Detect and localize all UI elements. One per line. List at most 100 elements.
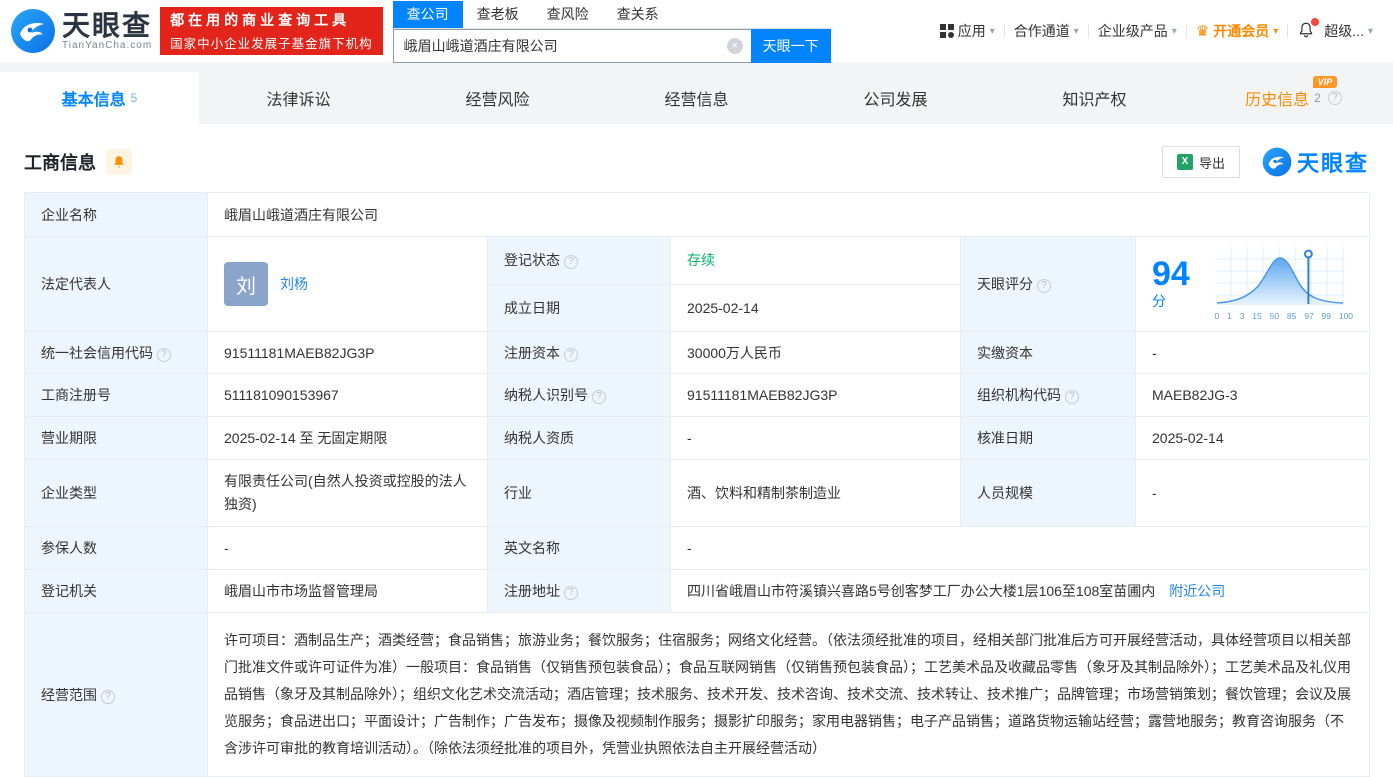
nav-vip-label: 开通会员 <box>1213 23 1270 39</box>
help-icon[interactable]: ? <box>564 255 578 270</box>
search-input[interactable] <box>392 29 751 63</box>
taxpayer-id-value: 91511181MAEB82JG3P <box>670 373 961 417</box>
legal-rep-label: 法定代表人 <box>24 236 208 332</box>
search-tabs: 查公司 查老板 查风险 查关系 <box>392 1 833 29</box>
term-value: 2025-02-14 至 无固定期限 <box>207 416 488 460</box>
help-icon[interactable]: ? <box>157 347 171 362</box>
business-scope-label: 经营范围? <box>24 612 208 777</box>
taxpayer-qual-value: - <box>670 416 961 460</box>
english-name-value: - <box>669 526 1371 570</box>
legal-rep-link[interactable]: 刘杨 <box>280 274 308 294</box>
chevron-down-icon: ▾ <box>1073 25 1079 37</box>
approval-date-label: 核准日期 <box>960 416 1136 460</box>
label-text: 天眼评分 <box>977 276 1033 292</box>
tab-legal[interactable]: 法律诉讼 <box>199 72 398 124</box>
tab-intellectual-property[interactable]: 知识产权 <box>995 72 1194 124</box>
export-label: 导出 <box>1198 155 1225 171</box>
staff-size-label: 人员规模 <box>960 459 1136 527</box>
watermark-text: 天眼查 <box>1296 151 1369 176</box>
reg-capital-value: 30000万人民币 <box>670 331 961 374</box>
clear-icon[interactable]: × <box>726 38 743 54</box>
table-row: 企业名称 峨眉山峨道酒庄有限公司 <box>24 192 1371 237</box>
help-icon[interactable]: ? <box>592 390 606 404</box>
chevron-down-icon: ▾ <box>989 25 995 37</box>
tab-label: 法律诉讼 <box>266 92 331 109</box>
help-icon[interactable]: ? <box>564 586 578 600</box>
promo-banner: 都在用的商业查询工具 国家中小企业发展子基金旗下机构 <box>160 7 383 55</box>
tianyancha-logo-icon <box>11 9 55 53</box>
tianyancha-logo[interactable]: 天眼查 TianYanCha.com <box>10 8 152 54</box>
monitor-bell-button[interactable] <box>106 149 132 175</box>
tab-count: 2 <box>1314 91 1321 105</box>
avatar[interactable]: 刘 <box>224 262 268 306</box>
watermark-logo: 天眼查 <box>1262 146 1369 178</box>
legal-rep-cell: 刘 刘杨 <box>207 236 488 332</box>
nav-enterprise-label: 企业级产品 <box>1097 23 1168 39</box>
tab-count: 5 <box>130 91 138 105</box>
notifications-bell[interactable] <box>1297 17 1320 42</box>
paid-capital-label: 实缴资本 <box>960 331 1136 374</box>
label-text: 统一社会信用代码 <box>41 344 153 361</box>
export-button[interactable]: X 导出 <box>1161 146 1240 178</box>
search-tab-risk[interactable]: 查风险 <box>533 1 603 28</box>
help-icon[interactable]: ? <box>1065 390 1079 404</box>
est-date-value: 2025-02-14 <box>670 283 961 332</box>
divider <box>1087 24 1089 38</box>
nearby-companies-link[interactable]: 附近公司 <box>1169 581 1225 601</box>
divider <box>1003 24 1005 38</box>
score-cell: 94分 0 1 3 15 50 85 97 99 100 <box>1134 236 1371 332</box>
address-value: 四川省峨眉山市符溪镇兴喜路5号创客梦工厂办公大楼1层106至108室苗圃内 <box>687 583 1156 599</box>
table-row: 登记机关 峨眉山市市场监督管理局 注册地址? 四川省峨眉山市符溪镇兴喜路5号创客… <box>24 569 1371 613</box>
nav-more-label: 超级... <box>1324 23 1364 39</box>
nav-apps[interactable]: 应用 ▾ <box>939 21 995 41</box>
english-name-label: 英文名称 <box>487 526 671 570</box>
chart-axis-ticks: 01 3 15 50 85 97 99 100 <box>1214 311 1354 321</box>
tab-operating-risk[interactable]: 经营风险 <box>398 72 597 124</box>
nav-vip[interactable]: ♛ 开通会员 ▾ <box>1196 21 1278 41</box>
search-tab-company[interactable]: 查公司 <box>392 1 463 28</box>
tab-basic-info[interactable]: 基本信息 5 <box>0 72 199 124</box>
table-row: 工商注册号 511181090153967 纳税人识别号? 91511181MA… <box>24 373 1371 417</box>
term-label: 营业期限 <box>24 416 208 460</box>
search-tab-relation[interactable]: 查关系 <box>603 1 673 28</box>
table-row: 企业类型 有限责任公司(自然人投资或控股的法人独资) 行业 酒、饮料和精制茶制造… <box>24 459 1371 527</box>
reg-authority-label: 登记机关 <box>24 569 208 613</box>
logo-subtitle: TianYanCha.com <box>62 39 153 51</box>
help-icon[interactable]: ? <box>101 689 115 704</box>
label-text: 注册地址 <box>504 583 560 599</box>
top-nav: 应用 ▾ 合作通道 ▾ 企业级产品 ▾ ♛ 开通会员 ▾ 超级... ▾ <box>939 17 1373 42</box>
nav-partner-label: 合作通道 <box>1013 23 1070 39</box>
uscc-label: 统一社会信用代码? <box>24 331 208 374</box>
chevron-down-icon: ▾ <box>1367 25 1373 37</box>
reg-status-label: 登记状态? <box>487 236 671 285</box>
help-icon[interactable]: ? <box>1327 91 1342 105</box>
search-button[interactable]: 天眼一下 <box>750 29 831 63</box>
search-tab-boss[interactable]: 查老板 <box>463 1 533 28</box>
nav-enterprise[interactable]: 企业级产品 ▾ <box>1098 21 1177 41</box>
help-icon[interactable]: ? <box>1037 279 1051 293</box>
nav-more[interactable]: 超级... ▾ <box>1324 21 1373 41</box>
tianyancha-watermark-icon <box>1262 147 1292 177</box>
industry-label: 行业 <box>487 459 671 527</box>
tab-operating-info[interactable]: 经营信息 <box>597 72 796 124</box>
section-header: 工商信息 X 导出 天眼查 <box>0 124 1393 192</box>
nav-partner[interactable]: 合作通道 ▾ <box>1014 21 1079 41</box>
logo-title: 天眼查 <box>62 9 153 41</box>
help-icon[interactable]: ? <box>564 347 578 362</box>
tab-label: 公司发展 <box>863 92 928 109</box>
label-text: 登记状态 <box>504 252 560 269</box>
tab-label: 历史信息 <box>1245 92 1310 109</box>
bell-icon <box>114 156 124 168</box>
promo-line2: 国家中小企业发展子基金旗下机构 <box>170 37 373 51</box>
score-marker-dot <box>1303 249 1313 259</box>
tab-label: 知识产权 <box>1062 92 1127 109</box>
business-scope-value: 许可项目：酒制品生产；酒类经营；食品销售；旅游业务；餐饮服务；住宿服务；网络文化… <box>206 612 1371 777</box>
nav-apps-label: 应用 <box>957 23 986 39</box>
tab-history-info[interactable]: VIP 历史信息 2 ? <box>1194 72 1393 124</box>
score-distribution-chart: 01 3 15 50 85 97 99 100 <box>1214 247 1354 321</box>
divider <box>1185 24 1187 38</box>
taxpayer-id-label: 纳税人识别号? <box>487 373 671 417</box>
label-text: 注册资本 <box>504 344 560 361</box>
tab-company-development[interactable]: 公司发展 <box>796 72 995 124</box>
page-tabstrip: 基本信息 5 法律诉讼 经营风险 经营信息 公司发展 知识产权 VIP 历史信息… <box>0 62 1393 124</box>
